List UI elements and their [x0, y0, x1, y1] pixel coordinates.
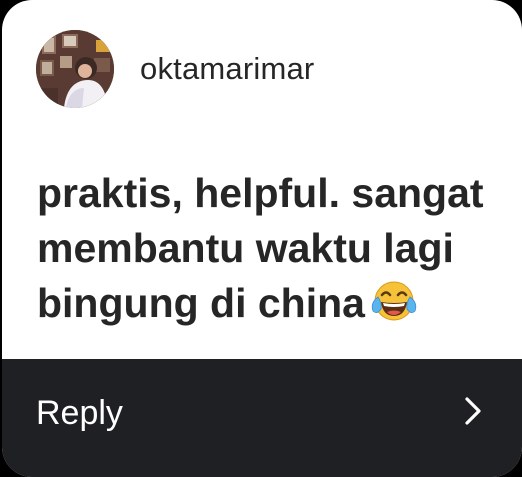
comment-text-line-2: membantu waktu lagi	[37, 225, 454, 271]
avatar-image	[36, 30, 114, 108]
username[interactable]: oktamarimar	[140, 51, 314, 87]
comment-header: oktamarimar	[36, 30, 314, 108]
avatar[interactable]	[36, 30, 114, 108]
comment-text-line-1: praktis, helpful. sangat	[37, 170, 484, 216]
comment-text: praktis, helpful. sangat membantu waktu …	[37, 166, 507, 337]
face-with-tears-of-joy-icon	[369, 279, 419, 337]
chevron-right-icon	[464, 396, 482, 431]
comment-text-line-3: bingung di china	[37, 280, 365, 326]
reply-label: Reply	[36, 393, 123, 432]
reply-button[interactable]: Reply	[2, 359, 522, 477]
comment-card: oktamarimar praktis, helpful. sangat mem…	[2, 0, 522, 477]
